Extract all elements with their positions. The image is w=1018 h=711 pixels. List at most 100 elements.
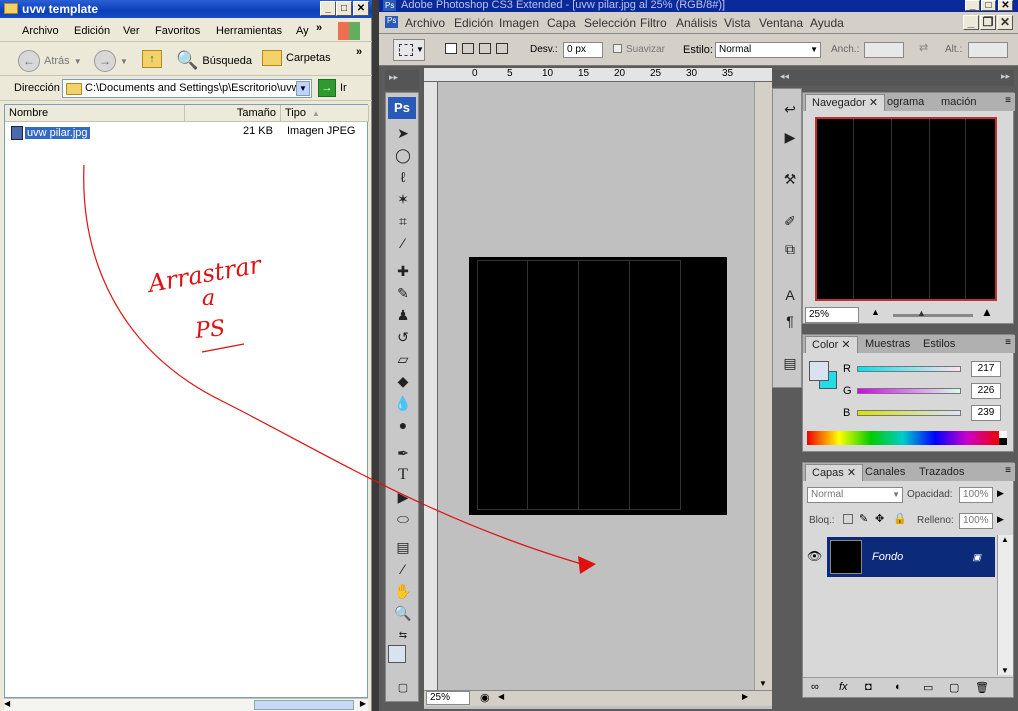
dropdown-arrow-icon[interactable]: ▼ xyxy=(74,57,82,66)
eraser-icon[interactable]: ▱ xyxy=(391,349,415,369)
menu-vista[interactable]: Vista xyxy=(724,16,750,30)
zoom-out-icon[interactable]: ▲ xyxy=(871,307,880,317)
tab-trazados[interactable]: Trazados xyxy=(913,464,970,481)
menu-favoritos[interactable]: Favoritos xyxy=(155,25,200,37)
quick-mask-icon[interactable]: ▢ xyxy=(391,677,415,697)
move-tool-icon[interactable]: ➤ xyxy=(391,123,415,143)
maximize-button[interactable]: □ xyxy=(336,1,352,16)
brushes-panel-icon[interactable]: ✐ xyxy=(778,211,802,231)
explorer-titlebar[interactable]: uvw template _ □ ✕ xyxy=(0,0,372,18)
layer-row-fondo[interactable]: Fondo ▣ xyxy=(827,537,995,577)
scroll-right-icon[interactable]: ▶ xyxy=(742,692,748,701)
marquee-tool-icon[interactable]: ◯ xyxy=(391,145,415,165)
notes-tool-icon[interactable]: ▤ xyxy=(391,537,415,557)
doc-restore-button[interactable]: ❐ xyxy=(980,15,996,30)
actions-panel-icon[interactable]: ▶ xyxy=(778,127,802,147)
tab-canales[interactable]: Canales xyxy=(859,464,911,481)
chevron-right-icon[interactable]: » xyxy=(316,22,322,34)
scroll-right-icon[interactable]: ▶ xyxy=(360,699,366,708)
table-row[interactable]: uvw pilar.jpg xyxy=(11,125,90,141)
scroll-up-icon[interactable]: ▲ xyxy=(1001,535,1009,544)
search-button[interactable]: 🔍 Búsqueda xyxy=(176,50,252,71)
back-button[interactable]: ← Atrás ▼ xyxy=(18,50,82,72)
history-panel-icon[interactable]: ↩ xyxy=(778,99,802,119)
fill-input[interactable]: 100% xyxy=(959,513,993,529)
crop-tool-icon[interactable]: ⌗ xyxy=(391,211,415,231)
folders-button[interactable]: Carpetas xyxy=(262,50,331,66)
brush-tool-icon[interactable]: ✎ xyxy=(391,283,415,303)
menu-capa[interactable]: Capa xyxy=(547,16,576,30)
eye-icon[interactable]: 👁 xyxy=(807,549,822,563)
status-menu-icon[interactable]: ◉ xyxy=(480,691,490,704)
photoshop-titlebar[interactable]: Ps Adobe Photoshop CS3 Extended - [uvw p… xyxy=(379,0,1018,12)
column-header-type[interactable]: Tipo ▲ xyxy=(281,105,369,122)
dropdown-arrow-icon[interactable]: ▼ xyxy=(120,57,128,66)
width-input[interactable] xyxy=(864,42,904,58)
bucket-icon[interactable]: ◆ xyxy=(391,371,415,391)
layers-scrollbar[interactable]: ▲ ▼ xyxy=(997,535,1013,675)
tab-navegador[interactable]: Navegador ✕ xyxy=(805,94,886,111)
image-canvas[interactable] xyxy=(469,257,727,515)
panels-header[interactable]: ▸▸ xyxy=(802,70,1014,86)
zoom-field[interactable]: 25% xyxy=(426,691,470,705)
color-spectrum[interactable] xyxy=(807,431,999,445)
shape-tool-icon[interactable]: ⬭ xyxy=(391,509,415,529)
eyedropper-icon[interactable]: ⁄ xyxy=(391,233,415,253)
magic-wand-icon[interactable]: ✶ xyxy=(391,189,415,209)
g-value[interactable]: 226 xyxy=(971,383,1001,399)
up-folder-button[interactable]: ↑ xyxy=(142,50,162,68)
menu-archivo[interactable]: Archivo xyxy=(22,25,59,37)
foreground-color-swatch[interactable] xyxy=(388,645,406,663)
intersect-selection-icon[interactable] xyxy=(496,43,508,54)
tab-capas[interactable]: Capas ✕ xyxy=(805,464,864,481)
tab-histograma[interactable]: ograma xyxy=(881,94,930,111)
maximize-button[interactable]: □ xyxy=(981,0,996,11)
document-window[interactable]: 0 5 10 15 20 25 30 35 ▼ 25% ◉ ◀ ▶ xyxy=(424,68,772,709)
type-tool-icon[interactable]: T xyxy=(391,465,415,485)
panel-menu-icon[interactable]: ≡ xyxy=(1005,95,1011,106)
zoom-slider[interactable] xyxy=(893,314,973,317)
character-panel-icon[interactable]: A xyxy=(778,285,802,305)
fx-icon[interactable]: fx xyxy=(839,681,848,693)
scroll-left-icon[interactable]: ◀ xyxy=(498,692,504,701)
blur-tool-icon[interactable]: 💧 xyxy=(391,393,415,413)
menu-ayuda[interactable]: Ay xyxy=(296,25,309,37)
panel-menu-icon[interactable]: ≡ xyxy=(1005,465,1011,476)
color-fg-swatch[interactable] xyxy=(809,361,829,381)
vertical-scrollbar[interactable]: ▼ xyxy=(754,82,772,690)
menu-analisis[interactable]: Análisis xyxy=(676,16,717,30)
navigator-preview[interactable] xyxy=(815,117,997,301)
panel-menu-icon[interactable]: ≡ xyxy=(1005,337,1011,348)
lock-position-icon[interactable]: ✥ xyxy=(875,512,884,525)
adjustment-layer-icon[interactable]: ◐ xyxy=(895,681,902,693)
minimize-button[interactable]: _ xyxy=(320,1,336,16)
menu-ver[interactable]: Ver xyxy=(123,25,140,37)
scroll-down-icon[interactable]: ▼ xyxy=(1001,666,1009,675)
new-layer-icon[interactable]: ▢ xyxy=(949,681,959,694)
marquee-preset-button[interactable]: ▼ xyxy=(393,39,425,61)
menu-edicion[interactable]: Edición xyxy=(454,16,493,30)
swap-colors-icon[interactable]: ⇆ xyxy=(391,625,415,645)
layer-comps-icon[interactable]: ▤ xyxy=(778,353,802,373)
menu-ventana[interactable]: Ventana xyxy=(759,16,803,30)
menu-imagen[interactable]: Imagen xyxy=(499,16,539,30)
go-button[interactable]: → Ir xyxy=(318,79,347,97)
collapse-icon[interactable]: ▸▸ xyxy=(389,72,398,83)
menu-seleccion[interactable]: Selección xyxy=(584,16,636,30)
address-dropdown-icon[interactable]: ▼ xyxy=(296,81,310,96)
pen-tool-icon[interactable]: ✒ xyxy=(391,443,415,463)
tab-color[interactable]: Color ✕ xyxy=(805,336,858,353)
scroll-down-icon[interactable]: ▼ xyxy=(759,679,767,688)
menu-ayuda[interactable]: Ayuda xyxy=(810,16,844,30)
forward-button[interactable]: → ▼ xyxy=(94,50,128,72)
opacity-input[interactable]: 100% xyxy=(959,487,993,503)
column-header-name[interactable]: Nombre xyxy=(5,105,185,122)
collapse-icon[interactable]: ▸▸ xyxy=(1001,71,1010,82)
new-selection-icon[interactable] xyxy=(445,43,457,54)
blue-slider[interactable] xyxy=(857,410,961,416)
fill-arrow-icon[interactable]: ▶ xyxy=(997,514,1004,525)
tools-panel-header[interactable]: ▸▸ xyxy=(385,70,419,90)
b-value[interactable]: 239 xyxy=(971,405,1001,421)
clone-source-icon[interactable]: ⧉ xyxy=(778,239,802,259)
add-mask-icon[interactable]: ◘ xyxy=(865,681,872,693)
